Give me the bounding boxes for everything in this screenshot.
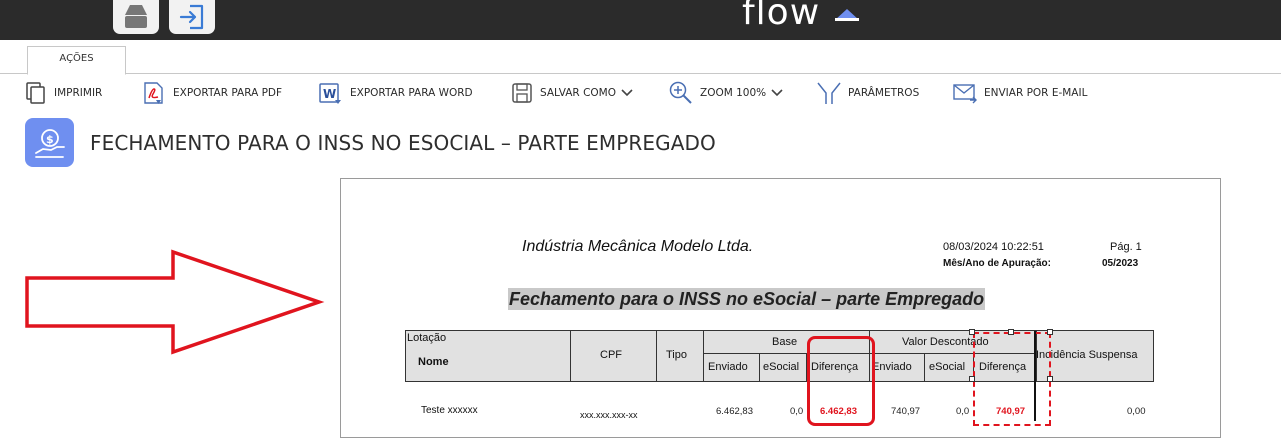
highlight-base-diferenca <box>807 336 875 426</box>
selection-edge <box>1034 331 1036 421</box>
chevron-down-icon <box>621 89 633 97</box>
export-word-button[interactable]: W EXPORTAR PARA WORD <box>318 78 473 108</box>
word-file-icon: W <box>319 83 341 104</box>
exit-app-button[interactable] <box>169 0 215 34</box>
save-as-button[interactable]: SALVAR COMO <box>510 78 634 108</box>
printer-app-icon <box>125 5 147 28</box>
sign-in-icon <box>179 4 204 30</box>
tab-acoes[interactable]: AÇÕES <box>27 46 126 75</box>
row-vd-esocial: 0,0 <box>956 406 970 417</box>
report-datetime: 08/03/2024 10:22:51 <box>943 241 1044 253</box>
zoom-label: ZOOM 100% <box>700 87 767 99</box>
email-send-icon <box>953 84 977 104</box>
top-bar: flow <box>0 0 1281 40</box>
svg-text:W: W <box>323 87 336 101</box>
selection-handle[interactable] <box>1008 329 1014 335</box>
report-company-name: Indústria Mecânica Modelo Ltda. <box>522 238 754 255</box>
money-hand-icon: $ <box>34 128 65 158</box>
report-period-value: 05/2023 <box>1102 258 1139 269</box>
save-as-label: SALVAR COMO <box>540 87 616 99</box>
row-base-esocial: 0,0 <box>790 406 804 417</box>
selection-handle[interactable] <box>969 376 975 382</box>
subheader-vd-esocial: eSocial <box>929 361 966 373</box>
report-module-icon: $ <box>25 118 74 167</box>
send-email-button[interactable]: ENVIAR POR E-MAIL <box>952 78 1087 108</box>
zoom-in-icon <box>669 81 692 104</box>
svg-text:$: $ <box>46 133 54 146</box>
parameters-label: PARÂMETROS <box>848 87 920 99</box>
export-pdf-button[interactable]: EXPORTAR PARA PDF <box>141 78 282 108</box>
selection-handle[interactable] <box>1047 329 1053 335</box>
page-title: FECHAMENTO PARA O INSS NO ESOCIAL – PART… <box>90 131 716 155</box>
report-title: Fechamento para o INSS no eSocial – part… <box>508 288 986 310</box>
export-word-label: EXPORTAR PARA WORD <box>350 87 473 99</box>
selection-handle[interactable] <box>969 329 975 335</box>
header-tipo: Tipo <box>666 349 687 361</box>
flow-logo-mark-icon <box>835 9 859 21</box>
row-base-enviado: 6.462,83 <box>716 406 753 417</box>
subheader-base-esocial: eSocial <box>763 361 800 373</box>
filter-funnel-icon <box>817 82 841 104</box>
chevron-down-icon <box>771 89 783 97</box>
row-vd-enviado: 740,97 <box>891 406 921 417</box>
row-nome: Teste xxxxxx <box>421 405 478 416</box>
subheader-vd-enviado: Enviado <box>872 361 912 373</box>
print-app-button[interactable] <box>113 0 159 34</box>
report-period-label: Mês/Ano de Apuração: <box>943 258 1051 269</box>
header-base: Base <box>772 336 798 348</box>
header-lotacao: Lotação <box>407 332 447 344</box>
row-incidencia: 0,00 <box>1127 406 1146 417</box>
selection-handle[interactable] <box>1047 376 1053 382</box>
header-incidencia-suspensa: Incidência Suspensa <box>1036 349 1138 361</box>
print-label: IMPRIMIR <box>54 87 103 99</box>
red-arrow-annotation <box>25 249 325 355</box>
parameters-button[interactable]: PARÂMETROS <box>816 78 919 108</box>
pdf-file-icon <box>144 82 163 104</box>
copy-print-icon <box>26 82 45 104</box>
zoom-dropdown[interactable]: ZOOM 100% <box>668 78 784 108</box>
export-pdf-label: EXPORTAR PARA PDF <box>173 87 283 99</box>
save-disk-icon <box>512 83 532 103</box>
highlight-vd-diferenca <box>973 332 1051 426</box>
header-cpf: CPF <box>600 349 622 361</box>
row-cpf: xxx.xxx.xxx-xx <box>580 410 638 420</box>
subheader-base-enviado: Enviado <box>708 361 748 373</box>
send-email-label: ENVIAR POR E-MAIL <box>984 87 1088 99</box>
report-page-number: Pág. 1 <box>1110 241 1142 253</box>
header-nome: Nome <box>418 356 449 368</box>
flow-logo: flow <box>742 0 821 33</box>
tab-bar: AÇÕES <box>0 40 1281 75</box>
print-button[interactable]: IMPRIMIR <box>24 78 102 108</box>
action-toolbar: IMPRIMIR EXPORTAR PARA PDF W EXPORTAR PA… <box>0 74 1281 112</box>
